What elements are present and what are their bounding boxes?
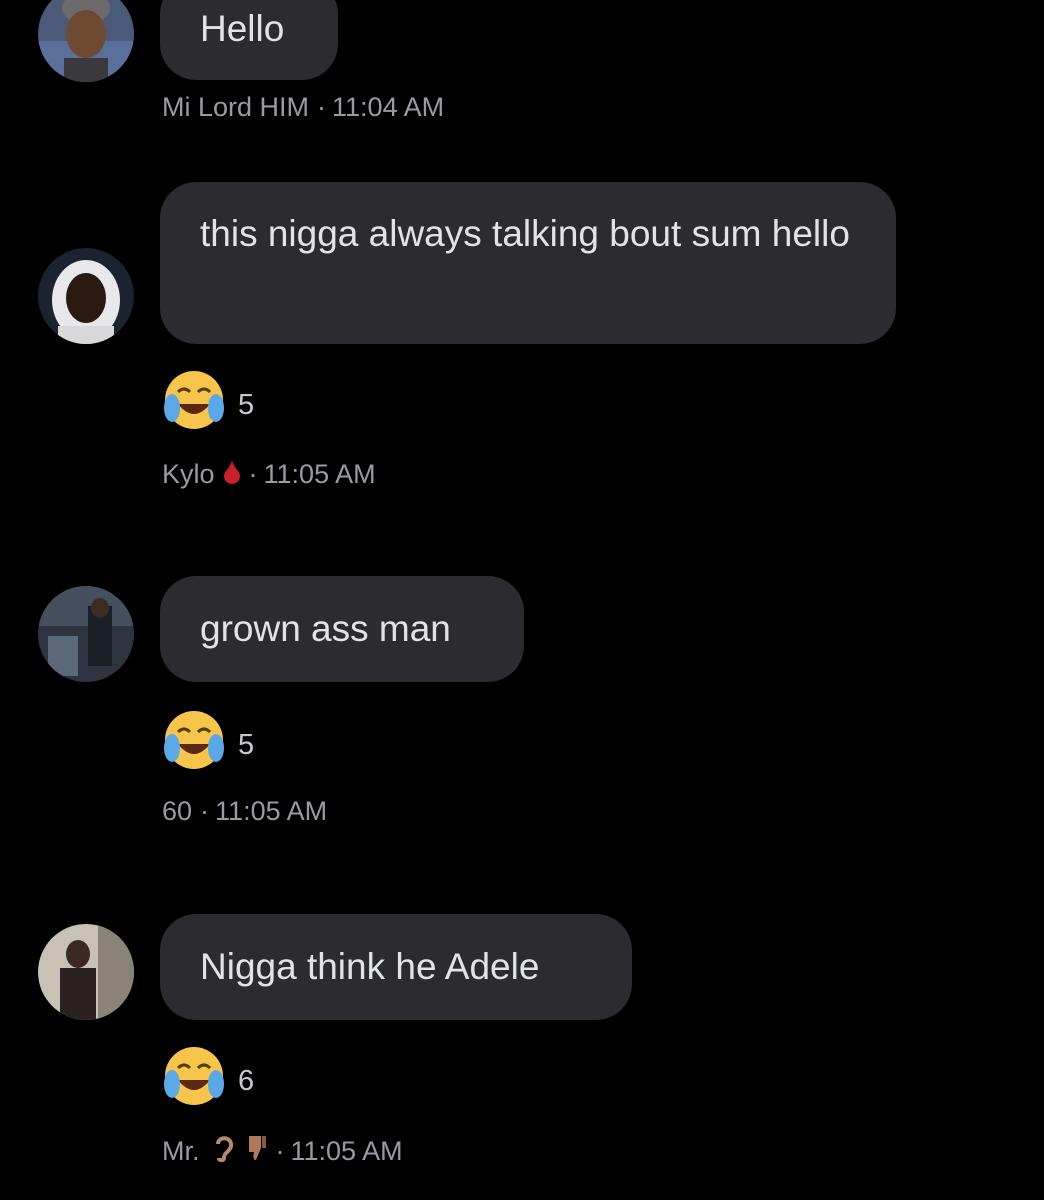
separator: · <box>248 459 258 489</box>
reaction-count: 5 <box>238 728 255 761</box>
avatar[interactable] <box>38 586 134 682</box>
separator: · <box>317 92 327 122</box>
avatar[interactable] <box>38 0 134 82</box>
avatar-street-photo-icon <box>38 586 134 682</box>
message-meta: Kylo · 11:05 AM <box>162 458 376 491</box>
reaction-count: 6 <box>238 1064 255 1097</box>
message-bubble[interactable]: this nigga always talking bout sum hello <box>160 182 896 344</box>
avatar-man-gray-beanie-icon <box>38 0 134 82</box>
separator: · <box>200 796 210 826</box>
face-with-tears-of-joy-icon <box>162 368 226 432</box>
reaction[interactable]: 6 <box>162 1044 254 1108</box>
timestamp: 11:05 AM <box>263 459 376 489</box>
message-bubble[interactable]: grown ass man <box>160 576 524 682</box>
message-bubble[interactable]: Nigga think he Adele <box>160 914 632 1020</box>
reaction[interactable]: 5 <box>162 368 254 432</box>
message-text: Nigga think he Adele <box>200 946 540 987</box>
avatar[interactable] <box>38 248 134 344</box>
face-with-tears-of-joy-icon <box>162 708 226 772</box>
message-text: this nigga always talking bout sum hello <box>200 213 850 254</box>
reaction[interactable]: 5 <box>162 708 254 772</box>
timestamp: 11:04 AM <box>332 92 445 122</box>
avatar-man-white-hood-icon <box>38 248 134 344</box>
timestamp: 11:05 AM <box>290 1136 403 1166</box>
ear-icon <box>214 1134 234 1169</box>
blood-drop-icon <box>223 458 241 491</box>
thumbs-down-icon <box>246 1134 268 1169</box>
sender-name[interactable]: Kylo <box>162 459 215 490</box>
sender-name[interactable]: Mr. <box>162 1136 200 1167</box>
avatar-mirror-selfie-icon <box>38 924 134 1020</box>
timestamp: 11:05 AM <box>215 796 328 826</box>
message-text: grown ass man <box>200 608 451 649</box>
reaction-count: 5 <box>238 388 255 421</box>
message-meta: Mi Lord HIM · 11:04 AM <box>162 92 444 123</box>
sender-name[interactable]: Mi Lord HIM <box>162 92 309 123</box>
separator: · <box>275 1136 285 1166</box>
message-meta: Mr. · 11:05 AM <box>162 1134 403 1169</box>
message-bubble[interactable]: Hello <box>160 0 338 80</box>
sender-name[interactable]: 60 <box>162 796 192 827</box>
message-text: Hello <box>200 8 285 49</box>
avatar[interactable] <box>38 924 134 1020</box>
face-with-tears-of-joy-icon <box>162 1044 226 1108</box>
message-meta: 60 · 11:05 AM <box>162 796 327 827</box>
